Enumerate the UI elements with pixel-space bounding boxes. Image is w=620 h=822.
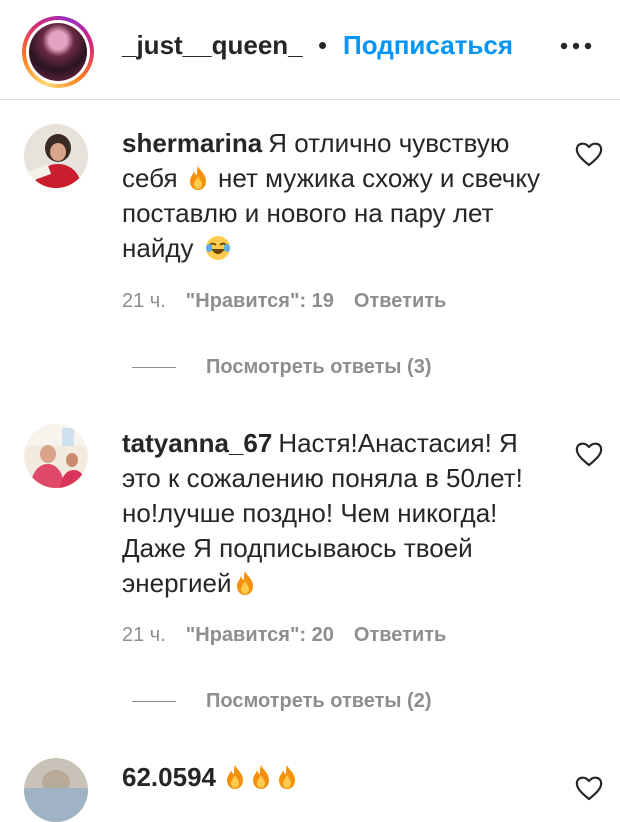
- separator-dot: •: [318, 30, 328, 60]
- replies-divider-line: [132, 701, 176, 703]
- replies-divider-line: [132, 367, 176, 369]
- view-replies-label: Посмотреть ответы (2): [206, 690, 432, 712]
- like-heart-icon[interactable]: [574, 140, 604, 168]
- laughing-emoji-icon: [205, 236, 230, 260]
- avatar-image: [24, 124, 88, 188]
- story-ring-inner: [26, 20, 90, 84]
- comment-username[interactable]: shermarina: [122, 128, 262, 158]
- story-ring[interactable]: [22, 16, 94, 88]
- follow-button[interactable]: Подписаться: [343, 30, 513, 61]
- fire-emoji-icon: [187, 165, 209, 191]
- avatar-image: [24, 758, 88, 822]
- comment-likes[interactable]: "Нравится": 20: [186, 624, 334, 646]
- author-username[interactable]: _just__queen_: [122, 30, 303, 61]
- view-replies-button[interactable]: Посмотреть ответы (3): [132, 356, 432, 379]
- reply-button[interactable]: Ответить: [354, 624, 446, 646]
- commenter-avatar[interactable]: [24, 758, 88, 822]
- like-heart-icon[interactable]: [574, 774, 604, 802]
- view-replies-label: Посмотреть ответы (3): [206, 356, 432, 378]
- comment-username[interactable]: 62.0594: [122, 762, 216, 792]
- fire-emoji-icon: [276, 764, 298, 790]
- comment-likes[interactable]: "Нравится": 19: [186, 290, 334, 312]
- author-avatar[interactable]: [29, 23, 87, 81]
- avatar-image: [24, 424, 88, 488]
- view-replies-button[interactable]: Посмотреть ответы (2): [132, 690, 432, 713]
- comment-time: 21 ч.: [122, 624, 166, 646]
- fire-emoji-icon: [250, 764, 272, 790]
- comment-username[interactable]: tatyanna_67: [122, 428, 272, 458]
- comment-text: tatyanna_67 Настя!Анастасия! Я это к сожа…: [122, 426, 542, 601]
- comment-time: 21 ч.: [122, 290, 166, 312]
- fire-emoji-icon: [234, 570, 256, 596]
- post-header: _just__queen_ • Подписаться: [0, 0, 620, 100]
- comment-meta: 21 ч. "Нравится": 20 Ответить: [122, 624, 446, 647]
- comment-text: shermarina Я отлично чувствую себя нет му…: [122, 126, 542, 266]
- like-heart-icon[interactable]: [574, 440, 604, 468]
- commenter-avatar[interactable]: [24, 124, 88, 188]
- comment-body-part: нет мужика схожу и свечку поставлю и нов…: [122, 163, 540, 263]
- comment-meta: 21 ч. "Нравится": 19 Ответить: [122, 290, 446, 313]
- commenter-avatar[interactable]: [24, 424, 88, 488]
- fire-emoji-icon: [224, 764, 246, 790]
- ellipsis-icon[interactable]: [556, 34, 596, 58]
- reply-button[interactable]: Ответить: [354, 290, 446, 312]
- comment-text: 62.0594: [122, 760, 542, 795]
